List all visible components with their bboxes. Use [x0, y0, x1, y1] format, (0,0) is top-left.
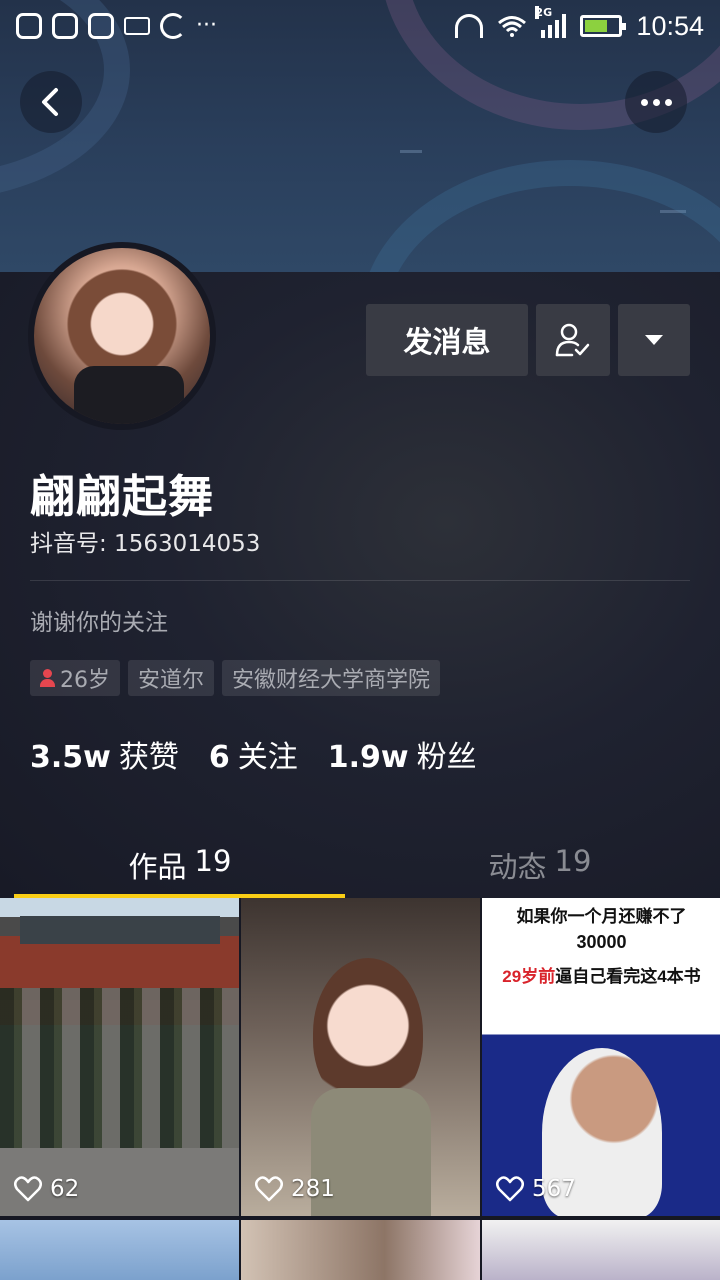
- app-notification-icon: [52, 13, 78, 39]
- more-notifications-icon: ···: [196, 13, 217, 38]
- app-notification-icon: [16, 13, 42, 39]
- clock: 10:54: [636, 10, 704, 41]
- status-bar: ··· 2G 10:54: [0, 0, 720, 52]
- banner-decoration: [660, 210, 686, 213]
- video-caption-line: 如果你一个月还赚不了: [516, 907, 687, 926]
- tab-works-label: 作品: [128, 850, 187, 884]
- heart-icon: [255, 1176, 283, 1202]
- headset-icon: [455, 14, 484, 38]
- banner-decoration: [400, 150, 422, 153]
- followers-label: 粉丝: [416, 740, 477, 775]
- signal-icon: 2G: [535, 6, 567, 38]
- avatar-image: [34, 248, 210, 424]
- likes-label: 获赞: [118, 740, 179, 775]
- following-count: 6: [208, 740, 230, 775]
- video-likes: 567: [496, 1176, 576, 1202]
- video-caption-line: 29岁前逼自己看完这4本书: [502, 967, 701, 986]
- douyin-id[interactable]: 抖音号: 1563014053: [30, 524, 260, 558]
- followers-count: 1.9w: [327, 740, 409, 775]
- triangle-down-icon: [645, 335, 663, 345]
- chevron-left-icon: [42, 88, 58, 116]
- profile-bio: 谢谢你的关注: [30, 610, 168, 636]
- tab-moments-count: 19: [554, 844, 592, 878]
- sync-icon: [160, 13, 186, 39]
- following-stat[interactable]: 6 关注: [209, 732, 298, 776]
- more-dots-icon: [640, 98, 672, 106]
- heart-icon: [14, 1176, 42, 1202]
- followers-stat[interactable]: 1.9w 粉丝: [328, 732, 477, 776]
- age-label: 26岁: [60, 668, 110, 693]
- user-check-icon: [555, 323, 590, 357]
- video-thumbnail[interactable]: [241, 1220, 480, 1280]
- heart-icon: [496, 1176, 524, 1202]
- keyboard-icon: [124, 17, 150, 35]
- content-tabs: 作品 19 动态 19: [0, 830, 720, 898]
- profile-name: 翩翩起舞: [30, 470, 215, 523]
- profile-tags: 26岁 安道尔 安徽财经大学商学院: [30, 660, 441, 696]
- video-grid: 62 281 如果你一个月还赚不了 30000 29岁前逼自己看完这4本书 56…: [0, 898, 720, 1280]
- video-likes: 281: [255, 1176, 335, 1202]
- followed-button[interactable]: [536, 304, 610, 376]
- profile-section: 发消息 翩翩起舞 抖音号: 1563014053 谢谢你的关注 26岁 安道尔 …: [0, 242, 720, 898]
- app-notification-icon: [88, 13, 114, 39]
- school-tag: 安徽财经大学商学院: [222, 660, 441, 696]
- tab-moments[interactable]: 动态 19: [360, 830, 720, 898]
- likes-count: 3.5w: [30, 740, 111, 775]
- send-message-button[interactable]: 发消息: [366, 304, 528, 376]
- avatar[interactable]: [28, 242, 216, 430]
- back-button[interactable]: [20, 71, 82, 133]
- likes-stat[interactable]: 3.5w 获赞: [30, 732, 179, 776]
- tab-works-count: 19: [194, 844, 232, 878]
- video-thumbnail[interactable]: 如果你一个月还赚不了 30000 29岁前逼自己看完这4本书 567: [482, 898, 720, 1216]
- profile-stats: 3.5w 获赞 6 关注 1.9w 粉丝: [30, 732, 477, 776]
- tab-works[interactable]: 作品 19: [0, 830, 360, 898]
- location-tag: 安道尔: [128, 660, 215, 696]
- wifi-icon: [498, 16, 527, 37]
- following-label: 关注: [237, 740, 298, 775]
- recommend-dropdown-button[interactable]: [618, 304, 690, 376]
- video-thumbnail[interactable]: 281: [241, 898, 480, 1216]
- age-tag: 26岁: [30, 660, 120, 696]
- battery-icon: [580, 15, 627, 37]
- video-thumbnail[interactable]: [0, 1220, 239, 1280]
- video-likes-count: 62: [50, 1176, 80, 1202]
- female-icon: [40, 669, 55, 687]
- network-type: 2G: [535, 6, 553, 19]
- video-likes-count: 567: [532, 1176, 576, 1202]
- video-caption-line: 30000: [576, 932, 627, 952]
- more-options-button[interactable]: [625, 71, 687, 133]
- tab-moments-label: 动态: [488, 850, 547, 884]
- video-likes: 62: [14, 1176, 79, 1202]
- divider: [30, 580, 690, 581]
- video-thumbnail[interactable]: 62: [0, 898, 239, 1216]
- video-thumbnail[interactable]: [482, 1220, 720, 1280]
- banner-decoration: [360, 160, 720, 272]
- video-likes-count: 281: [291, 1176, 335, 1202]
